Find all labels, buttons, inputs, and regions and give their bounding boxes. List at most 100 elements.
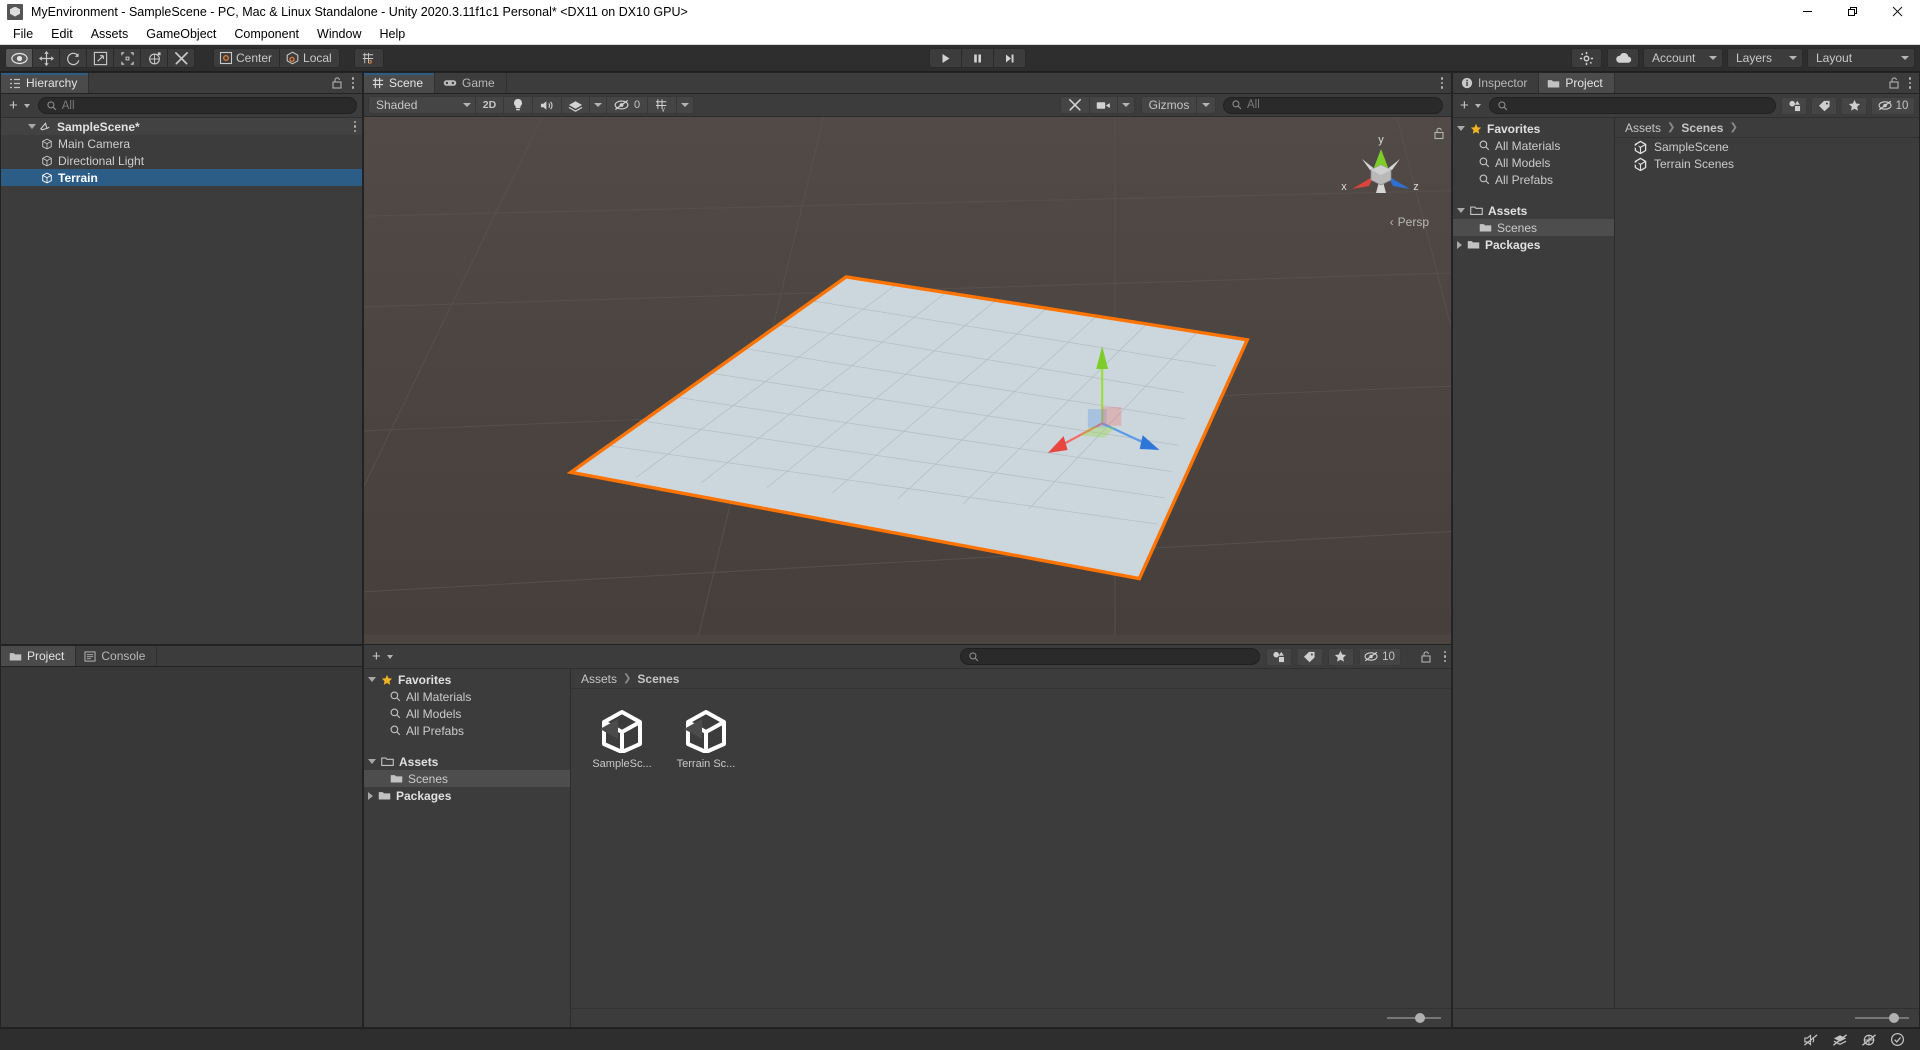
hierarchy-add-button[interactable]: + — [6, 97, 33, 114]
custom-editor-tool-button[interactable] — [167, 48, 195, 68]
right-search-input[interactable] — [1488, 97, 1776, 114]
tab-project[interactable]: Project — [1, 646, 77, 666]
hand-tool-button[interactable] — [5, 48, 33, 68]
rotate-tool-button[interactable] — [59, 48, 87, 68]
breadcrumb-scenes[interactable]: Scenes — [637, 672, 679, 686]
lock-open-icon[interactable] — [331, 77, 343, 89]
breadcrumb-assets[interactable]: Assets — [1625, 121, 1661, 135]
hidden-packages-button[interactable]: 10 — [1358, 647, 1401, 666]
right-list-item[interactable]: Terrain Scenes — [1615, 155, 1919, 172]
right-zoom-slider[interactable] — [1453, 1008, 1919, 1027]
filter-by-label-button[interactable] — [1296, 647, 1323, 666]
collab-button[interactable] — [1607, 48, 1639, 68]
tab-game[interactable]: Game — [435, 73, 507, 93]
project-add-button[interactable]: + — [369, 648, 396, 665]
scene-viewport[interactable]: y x z ‹ Persp — [364, 117, 1451, 644]
scene-fx-dropdown[interactable] — [589, 96, 607, 114]
expand-arrow-icon[interactable] — [1457, 208, 1465, 213]
tab-inspector[interactable]: Inspector — [1453, 73, 1540, 93]
scene-camera-dropdown[interactable] — [1117, 96, 1135, 114]
scene-visibility-button[interactable]: 0 — [606, 96, 648, 114]
asset-grid[interactable]: SampleSc... Terrain Sc... — [571, 689, 1451, 1008]
draw-mode-dropdown[interactable]: Shaded — [368, 96, 476, 114]
project-tree-packages[interactable]: Packages — [364, 787, 570, 804]
check-circle-icon[interactable] — [1883, 1029, 1912, 1050]
no-gizmos-icon[interactable] — [1854, 1029, 1883, 1050]
close-button[interactable] — [1875, 0, 1920, 23]
account-dropdown[interactable]: Account — [1643, 48, 1723, 68]
hierarchy-tree[interactable]: SampleScene* Main Camera Directional Lig… — [1, 118, 362, 644]
menu-help[interactable]: Help — [370, 24, 414, 44]
expand-arrow-icon[interactable] — [368, 791, 373, 800]
move-tool-button[interactable] — [32, 48, 60, 68]
projection-mode-label[interactable]: ‹ Persp — [1390, 215, 1429, 229]
menu-assets[interactable]: Assets — [82, 24, 138, 44]
scene-search-input[interactable]: All — [1223, 96, 1443, 114]
scene-row-menu-icon[interactable] — [353, 120, 356, 133]
menu-component[interactable]: Component — [225, 24, 308, 44]
right-tree-assets[interactable]: Assets — [1453, 202, 1614, 219]
asset-item[interactable]: Terrain Sc... — [669, 703, 743, 774]
minimize-button[interactable] — [1785, 0, 1830, 23]
right-folder-tree[interactable]: Favorites All Materials All Models All P… — [1453, 118, 1615, 1008]
expand-arrow-icon[interactable] — [368, 677, 376, 682]
menu-file[interactable]: File — [4, 24, 42, 44]
hierarchy-menu-icon[interactable] — [351, 77, 354, 89]
asset-zoom-slider[interactable] — [571, 1008, 1451, 1027]
project-tree-favorites[interactable]: Favorites — [364, 671, 570, 688]
viewport-lock-icon[interactable] — [1434, 127, 1445, 140]
pause-button[interactable] — [960, 48, 994, 68]
scene-grid-dropdown[interactable] — [676, 96, 694, 114]
pivot-rotation-button[interactable]: Local — [279, 48, 340, 68]
hierarchy-row-terrain[interactable]: Terrain — [1, 169, 362, 186]
expand-arrow-icon[interactable] — [25, 124, 38, 129]
slider-track[interactable] — [1855, 1013, 1909, 1023]
slider-knob[interactable] — [1889, 1013, 1899, 1023]
hierarchy-row-directional-light[interactable]: Directional Light — [1, 152, 362, 169]
lock-open-icon[interactable] — [1888, 77, 1900, 89]
right-tree-scenes[interactable]: Scenes — [1453, 219, 1614, 236]
scene-grid-visibility-button[interactable]: y — [647, 96, 677, 114]
tab-scene[interactable]: Scene — [364, 73, 436, 93]
slider-knob[interactable] — [1415, 1013, 1425, 1023]
slider-track[interactable] — [1387, 1013, 1441, 1023]
scene-orientation-gizmo[interactable]: y x z — [1336, 127, 1426, 222]
right-menu-icon[interactable] — [1908, 77, 1911, 89]
scene-tools-button[interactable] — [1060, 96, 1090, 114]
right-favorites-button[interactable] — [1841, 96, 1867, 115]
right-list-item[interactable]: SampleScene — [1615, 138, 1919, 155]
layout-dropdown[interactable]: Layout — [1807, 48, 1915, 68]
play-button[interactable] — [928, 48, 962, 68]
menu-edit[interactable]: Edit — [42, 24, 82, 44]
expand-arrow-icon[interactable] — [1457, 240, 1462, 249]
project-lock-icon[interactable] — [1420, 650, 1432, 663]
tab-hierarchy[interactable]: Hierarchy — [1, 73, 90, 93]
right-tree-all-materials[interactable]: All Materials — [1453, 137, 1614, 154]
scale-tool-button[interactable] — [86, 48, 114, 68]
right-hidden-packages-button[interactable]: 10 — [1871, 96, 1915, 115]
scene-lighting-button[interactable] — [503, 96, 533, 114]
gizmos-button[interactable]: Gizmos — [1141, 96, 1197, 114]
expand-arrow-icon[interactable] — [368, 759, 376, 764]
gizmos-dropdown[interactable] — [1196, 96, 1216, 114]
right-add-button[interactable]: + — [1457, 97, 1484, 114]
right-tree-all-models[interactable]: All Models — [1453, 154, 1614, 171]
2d-toggle-button[interactable]: 2D — [475, 96, 504, 114]
hierarchy-row-main-camera[interactable]: Main Camera — [1, 135, 362, 152]
filter-by-type-button[interactable] — [1265, 647, 1292, 666]
step-button[interactable] — [992, 48, 1026, 68]
breadcrumb-assets[interactable]: Assets — [581, 672, 617, 686]
scene-fx-button[interactable] — [561, 96, 590, 114]
favorites-button[interactable] — [1327, 647, 1354, 666]
scene-audio-button[interactable] — [532, 96, 562, 114]
pivot-mode-button[interactable]: Center — [213, 48, 281, 68]
right-filter-by-label-button[interactable] — [1811, 96, 1837, 115]
right-tree-packages[interactable]: Packages — [1453, 236, 1614, 253]
mute-audio-icon[interactable] — [1796, 1029, 1825, 1050]
breadcrumb-scenes[interactable]: Scenes — [1681, 121, 1723, 135]
hierarchy-row-samplescene[interactable]: SampleScene* — [1, 118, 362, 135]
grid-snapping-button[interactable] — [353, 48, 384, 68]
asset-item[interactable]: SampleSc... — [585, 703, 659, 774]
layers-dropdown[interactable]: Layers — [1727, 48, 1803, 68]
layers-disabled-icon[interactable] — [1825, 1029, 1854, 1050]
